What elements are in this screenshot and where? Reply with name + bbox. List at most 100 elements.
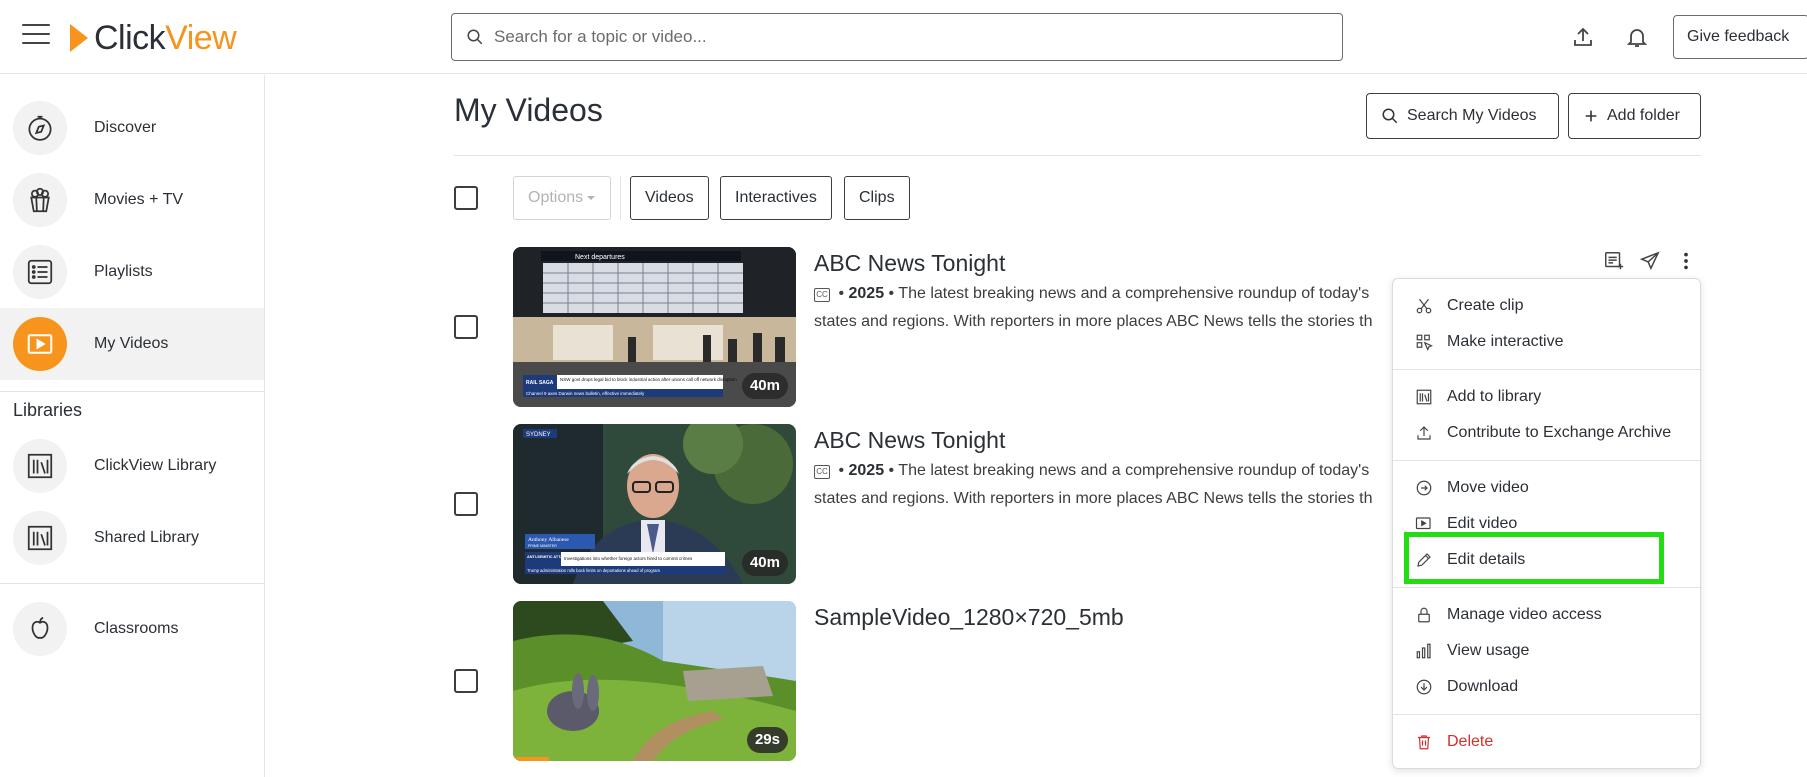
interactive-icon — [1413, 331, 1435, 353]
logo-play-icon — [70, 24, 88, 52]
search-my-videos-label: Search My Videos — [1407, 107, 1537, 124]
sidebar-divider — [0, 391, 264, 392]
global-search-input[interactable] — [494, 27, 1314, 47]
video-thumbnail[interactable]: Next departures RAIL SAGA NSW govt drops… — [513, 247, 796, 407]
sidebar-item-shared-library[interactable]: Shared Library — [0, 502, 264, 574]
menu-item-delete[interactable]: Delete — [1393, 725, 1700, 759]
scissors-icon — [1413, 295, 1435, 317]
upload-icon — [1413, 422, 1435, 444]
thumb-role-text: PRIME MINISTER — [528, 544, 557, 548]
video-duration-badge: 40m — [741, 373, 788, 399]
video-description-line2: states and regions. With reporters in mo… — [814, 313, 1373, 330]
bar-chart-icon — [1413, 640, 1435, 662]
libraries-heading: Libraries — [13, 400, 83, 420]
video-year: 2025 — [848, 462, 885, 479]
upload-icon[interactable] — [1566, 20, 1600, 54]
sidebar-item-label: Shared Library — [94, 529, 199, 546]
menu-divider — [1393, 714, 1700, 715]
menu-item-contribute-exchange-archive[interactable]: Contribute to Exchange Archive — [1393, 416, 1700, 450]
download-icon — [1413, 676, 1435, 698]
thumb-name-text: Anthony Albanese — [528, 537, 569, 543]
video-title-link[interactable]: ABC News Tonight — [814, 250, 1005, 277]
select-all-checkbox[interactable] — [454, 186, 478, 210]
toolbar-separator — [620, 176, 621, 220]
sidebar-item-playlists[interactable]: Playlists — [0, 236, 264, 308]
menu-item-make-interactive[interactable]: Make interactive — [1393, 325, 1700, 359]
caret-down-icon — [587, 196, 596, 200]
add-to-playlist-icon[interactable] — [1600, 247, 1628, 275]
search-icon — [467, 29, 483, 45]
clickview-logo[interactable]: Click View — [70, 18, 237, 58]
sidebar-divider — [0, 583, 264, 584]
video-thumbnail[interactable]: 29s — [513, 601, 796, 761]
sidebar-item-label: My Videos — [94, 335, 169, 352]
closed-captions-icon: CC — [814, 465, 830, 479]
video-row-checkbox[interactable] — [454, 492, 478, 516]
menu-item-label: Add to library — [1447, 388, 1542, 405]
video-title-link[interactable]: ABC News Tonight — [814, 427, 1005, 454]
give-feedback-button[interactable]: Give feedback — [1673, 15, 1807, 59]
menu-item-manage-video-access[interactable]: Manage video access — [1393, 598, 1700, 632]
lock-icon — [1413, 604, 1435, 626]
filter-videos-button[interactable]: Videos — [630, 176, 709, 220]
video-description-line1: The latest breaking news and a comprehen… — [898, 285, 1370, 302]
menu-item-label: Contribute to Exchange Archive — [1447, 424, 1672, 441]
popcorn-icon — [13, 173, 67, 227]
video-title-link[interactable]: SampleVideo_1280×720_5mb — [814, 604, 1124, 631]
menu-item-add-to-library[interactable]: Add to library — [1393, 380, 1700, 414]
menu-item-edit-video[interactable]: Edit video — [1393, 507, 1700, 541]
video-row-checkbox[interactable] — [454, 315, 478, 339]
thumb-ticker-tag: RAIL SAGA — [526, 380, 554, 386]
top-header: ClickView Give feedback — [0, 0, 1807, 74]
menu-item-edit-details[interactable]: Edit details — [1393, 543, 1700, 577]
menu-item-label: Create clip — [1447, 297, 1524, 314]
edit-video-icon — [1413, 513, 1435, 535]
sidebar-item-discover[interactable]: Discover — [0, 92, 264, 164]
global-search-box[interactable] — [451, 13, 1343, 61]
sidebar-item-my-videos[interactable]: My Videos — [0, 308, 264, 380]
menu-item-download[interactable]: Download — [1393, 670, 1700, 704]
video-description: CC • 2025 • The latest breaking news and… — [814, 462, 1373, 507]
compass-icon — [13, 101, 67, 155]
menu-item-label: Edit details — [1447, 551, 1526, 568]
menu-item-view-usage[interactable]: View usage — [1393, 634, 1700, 668]
menu-item-label: Download — [1447, 678, 1519, 695]
filter-interactives-button[interactable]: Interactives — [720, 176, 832, 220]
add-folder-button[interactable]: Add folder — [1568, 93, 1701, 139]
thumb-banner-text: Next departures — [575, 254, 625, 261]
video-row-checkbox[interactable] — [454, 669, 478, 693]
menu-divider — [1393, 460, 1700, 461]
logo-text-view: View — [165, 18, 237, 57]
logo-text-click: Click — [94, 18, 166, 57]
menu-item-label: Move video — [1447, 479, 1529, 496]
trash-icon — [1413, 731, 1435, 753]
notifications-bell-icon[interactable] — [1620, 20, 1654, 54]
search-icon — [1382, 108, 1398, 124]
video-description: CC • 2025 • The latest breaking news and… — [814, 285, 1373, 330]
add-folder-label: Add folder — [1607, 107, 1680, 124]
search-my-videos-button[interactable]: Search My Videos — [1366, 93, 1559, 139]
options-dropdown[interactable]: Options — [513, 176, 611, 220]
play-icon — [13, 317, 67, 371]
sidebar-item-clickview-library[interactable]: ClickView Library — [0, 430, 264, 502]
move-icon — [1413, 477, 1435, 499]
sidebar-item-label: ClickView Library — [94, 457, 217, 474]
menu-item-create-clip[interactable]: Create clip — [1393, 289, 1700, 323]
sidebar-item-classrooms[interactable]: Classrooms — [0, 593, 264, 665]
menu-item-label: Manage video access — [1447, 606, 1602, 623]
video-thumbnail[interactable]: SYDNEY Anthony Albanese PRIME MINISTER A… — [513, 424, 796, 584]
thumb-ticker-text-2: Channel 9 axes Darwin news bulletin, eff… — [526, 391, 645, 396]
filter-clips-button[interactable]: Clips — [844, 176, 910, 220]
share-send-icon[interactable] — [1636, 247, 1664, 275]
hamburger-menu-icon[interactable] — [22, 24, 50, 48]
sidebar-item-label: Playlists — [94, 263, 153, 280]
plus-icon — [1585, 110, 1597, 122]
sidebar-item-movies-tv[interactable]: Movies + TV — [0, 164, 264, 236]
page-title: My Videos — [454, 92, 603, 128]
more-options-icon[interactable] — [1672, 247, 1700, 275]
menu-divider — [1393, 587, 1700, 588]
menu-divider — [1393, 369, 1700, 370]
menu-item-move-video[interactable]: Move video — [1393, 471, 1700, 505]
menu-item-label: Make interactive — [1447, 333, 1564, 350]
pencil-icon — [1413, 549, 1435, 571]
